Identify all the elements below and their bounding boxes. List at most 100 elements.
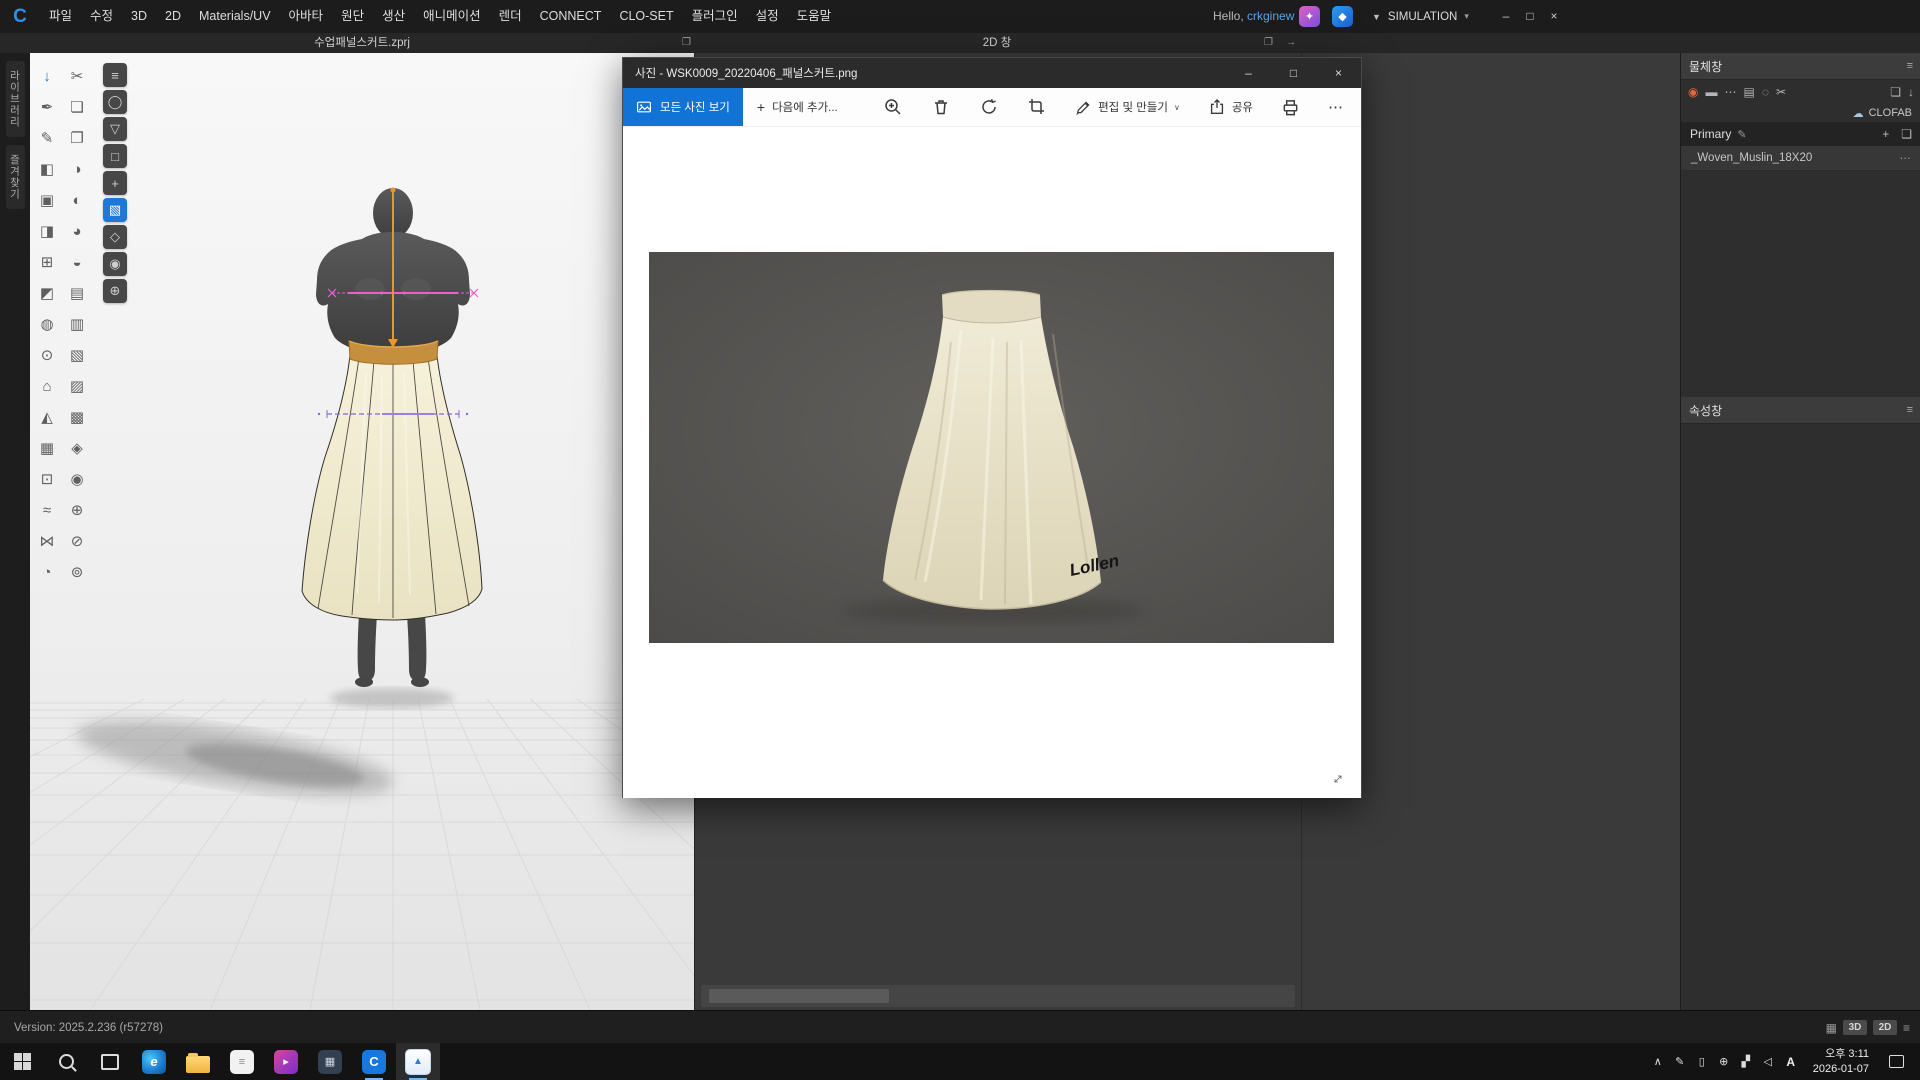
tab-2d-window[interactable]: 2D 창: [983, 33, 1011, 53]
fold-arrangement-tool[interactable]: ◩: [34, 280, 60, 306]
remove-point-tool[interactable]: ⊘: [64, 528, 90, 554]
menu-item[interactable]: 파일: [40, 0, 81, 33]
edit-create-button[interactable]: 편집 및 만들기 ∨: [1075, 99, 1180, 116]
globe-icon[interactable]: ⊕: [1713, 1055, 1735, 1068]
show-bounding-volume-icon[interactable]: □: [103, 144, 127, 168]
select-move-tool[interactable]: ✎: [34, 125, 60, 151]
fabric-list-item[interactable]: _Woven_Muslin_18X20 ⋯: [1681, 146, 1920, 171]
texture-map-tool[interactable]: ▥: [64, 311, 90, 337]
rotate-button[interactable]: [979, 97, 999, 117]
start-button[interactable]: [0, 1043, 44, 1080]
close-button[interactable]: ×: [1542, 0, 1566, 33]
add-fabric-icon[interactable]: +: [1882, 127, 1889, 141]
mesh-tool[interactable]: ▦: [34, 435, 60, 461]
add-pattern-tool[interactable]: ❏: [64, 94, 90, 120]
3d-scene-canvas[interactable]: [30, 53, 694, 1010]
dart-tool[interactable]: ◑: [64, 156, 90, 182]
pin-tool[interactable]: ◨: [34, 218, 60, 244]
menu-item[interactable]: 3D: [122, 0, 156, 33]
badge-3d[interactable]: 3D: [1843, 1020, 1867, 1035]
menu-item[interactable]: CONNECT: [531, 0, 611, 33]
view-all-photos-button[interactable]: 모든 사진 보기: [623, 88, 743, 126]
ai-assistant-icon[interactable]: ✦: [1299, 6, 1320, 27]
trim-tool[interactable]: ▨: [64, 373, 90, 399]
more-button[interactable]: ⋯: [1328, 98, 1343, 116]
clofab-row[interactable]: ☁ CLOFAB: [1681, 104, 1920, 122]
show-avatar-icon[interactable]: ◯: [103, 90, 127, 114]
notepad-icon[interactable]: ≡: [220, 1043, 264, 1080]
volume-mute-icon[interactable]: ◁: [1757, 1055, 1779, 1068]
add-point-tool[interactable]: ⊕: [64, 497, 90, 523]
home-view-tool[interactable]: ⌂: [34, 373, 60, 399]
add-to-button[interactable]: + 다음에 추가...: [743, 99, 852, 115]
rotate-view-tool[interactable]: ◔: [34, 559, 60, 585]
menu-item[interactable]: Materials/UV: [190, 0, 280, 33]
zoom-tool[interactable]: ◉: [64, 466, 90, 492]
primary-fabric-row[interactable]: Primary ✎ + ❏: [1681, 122, 1920, 146]
float-window-icon[interactable]: ❐: [1264, 33, 1273, 53]
more-options-icon[interactable]: ⋯: [1900, 151, 1912, 165]
dock-tab-favorites[interactable]: 즐겨찾기: [6, 145, 25, 209]
ime-indicator[interactable]: A: [1779, 1055, 1803, 1069]
edit-pencil-icon[interactable]: ✎: [1737, 128, 1746, 141]
stitch-tool[interactable]: ⊡: [34, 466, 60, 492]
uv-tool[interactable]: ◈: [64, 435, 90, 461]
maximize-button[interactable]: □: [1518, 0, 1542, 33]
show-arrangement-points-icon[interactable]: ▽: [103, 117, 127, 141]
loop-tool[interactable]: ⊚: [64, 559, 90, 585]
float-window-icon[interactable]: ❐: [682, 33, 691, 53]
photos-titlebar[interactable]: 사진 - WSK0009_20220406_패널스커트.png – □ ×: [623, 58, 1361, 88]
photos-app-icon[interactable]: ▲: [396, 1043, 440, 1080]
button-tool[interactable]: ⊙: [34, 342, 60, 368]
task-view-button[interactable]: [88, 1043, 132, 1080]
tab-3d-window[interactable]: 수업패널스커트.zprj: [314, 33, 410, 53]
menu-item[interactable]: 애니메이션: [414, 0, 490, 33]
media-app-icon[interactable]: ▸: [264, 1043, 308, 1080]
scrollbar-thumb[interactable]: [709, 989, 889, 1003]
measure-3d-tool[interactable]: ⋈: [34, 528, 60, 554]
crop-button[interactable]: [1027, 97, 1047, 117]
grid-view-icon[interactable]: ▦: [1826, 1021, 1837, 1035]
garment-icon[interactable]: ▬: [1705, 85, 1717, 99]
simulation-mode-select[interactable]: ▼ SIMULATION ▾: [1372, 0, 1469, 33]
account-greeting[interactable]: Hello, crkginew: [1213, 0, 1294, 33]
puckering-tool[interactable]: ▩: [64, 404, 90, 430]
calculator-icon[interactable]: ▦: [308, 1043, 352, 1080]
fabric-icon[interactable]: ▤: [1743, 85, 1754, 99]
battery-icon[interactable]: ▯: [1691, 1055, 1713, 1068]
menu-item[interactable]: 2D: [156, 0, 190, 33]
menu-item[interactable]: 원단: [332, 0, 373, 33]
show-style-icon[interactable]: ◇: [103, 225, 127, 249]
clo-logo-icon[interactable]: C: [8, 5, 32, 29]
show-globe-icon[interactable]: ⊕: [103, 279, 127, 303]
button-icon[interactable]: ◌: [1762, 85, 1769, 99]
print-layout-tool[interactable]: ▧: [64, 342, 90, 368]
notch-tool[interactable]: ◐: [64, 187, 90, 213]
skirt-photo[interactable]: Lollen: [649, 252, 1334, 643]
folder-icon[interactable]: ❏: [1901, 127, 1912, 141]
seam-allowance-tool[interactable]: ◕: [64, 218, 90, 244]
edge-browser-icon[interactable]: e: [132, 1043, 176, 1080]
menu-item[interactable]: 렌더: [490, 0, 531, 33]
minimize-button[interactable]: –: [1494, 0, 1518, 33]
add-folder-icon[interactable]: ❏: [1890, 85, 1901, 99]
expand-arrow-icon[interactable]: →: [1286, 33, 1296, 53]
hamburger-menu-icon[interactable]: ≡: [1907, 404, 1913, 416]
menu-item[interactable]: 설정: [747, 0, 788, 33]
share-button[interactable]: 공유: [1208, 98, 1253, 116]
avatar-tool[interactable]: ◭: [34, 404, 60, 430]
trim-icon[interactable]: ⋯: [1724, 85, 1736, 99]
pen-input-icon[interactable]: ✎: [1669, 1055, 1691, 1068]
avatar-display-menu-icon[interactable]: ≡: [103, 63, 127, 87]
steam-tool[interactable]: ⊞: [34, 249, 60, 275]
expand-photo-button[interactable]: [1327, 768, 1349, 790]
clo3d-icon[interactable]: C: [352, 1043, 396, 1080]
wave-tool[interactable]: ≈: [34, 497, 60, 523]
horizontal-scrollbar[interactable]: [701, 985, 1295, 1007]
photos-content-area[interactable]: Lollen: [623, 127, 1361, 798]
file-explorer-icon[interactable]: [176, 1043, 220, 1080]
grading-tool[interactable]: ◒: [64, 249, 90, 275]
add-measurement-icon[interactable]: +: [103, 171, 127, 195]
download-library-tool[interactable]: ↓: [34, 63, 60, 89]
texture-tool[interactable]: ◍: [34, 311, 60, 337]
